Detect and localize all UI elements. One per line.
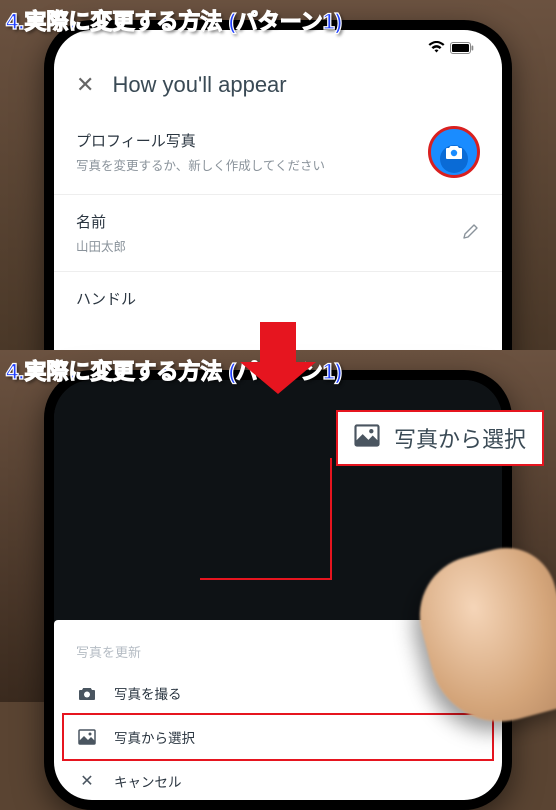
profile-photo-camera-button[interactable]	[428, 126, 480, 178]
sheet-cancel[interactable]: ✕ キャンセル	[54, 759, 502, 800]
close-icon: ✕	[76, 771, 98, 791]
arrow-down-icon	[240, 322, 316, 394]
section-title-top: 4.実際に変更する方法 (パターン1)	[6, 4, 342, 36]
sheet-take-photo-label: 写真を撮る	[114, 683, 182, 703]
handle-row[interactable]: ハンドル	[54, 272, 502, 329]
page-title: How you'll appear	[112, 72, 286, 98]
sheet-choose-photo[interactable]: 写真から選択	[54, 715, 502, 759]
name-value: 山田太郎	[76, 236, 450, 255]
edit-pencil-icon[interactable]	[462, 222, 480, 245]
sheet-cancel-label: キャンセル	[114, 771, 182, 791]
sheet-choose-photo-label: 写真から選択	[114, 727, 195, 747]
profile-photo-title: プロフィール写真	[76, 130, 416, 151]
callout-text: 写真から選択	[394, 422, 526, 454]
wifi-icon	[428, 41, 445, 57]
camera-icon	[76, 686, 98, 701]
profile-photo-sub: 写真を変更するか、新しく作成してください	[76, 155, 416, 174]
photo-icon	[354, 424, 380, 452]
handle-title: ハンドル	[76, 288, 480, 309]
profile-photo-row[interactable]: プロフィール写真 写真を変更するか、新しく作成してください	[54, 110, 502, 195]
photo-icon	[76, 729, 98, 745]
name-row[interactable]: 名前 山田太郎	[54, 195, 502, 272]
callout-choose-photo: 写真から選択	[336, 410, 544, 466]
name-title: 名前	[76, 211, 450, 232]
battery-icon	[450, 41, 474, 57]
close-button[interactable]: ✕	[76, 72, 94, 98]
